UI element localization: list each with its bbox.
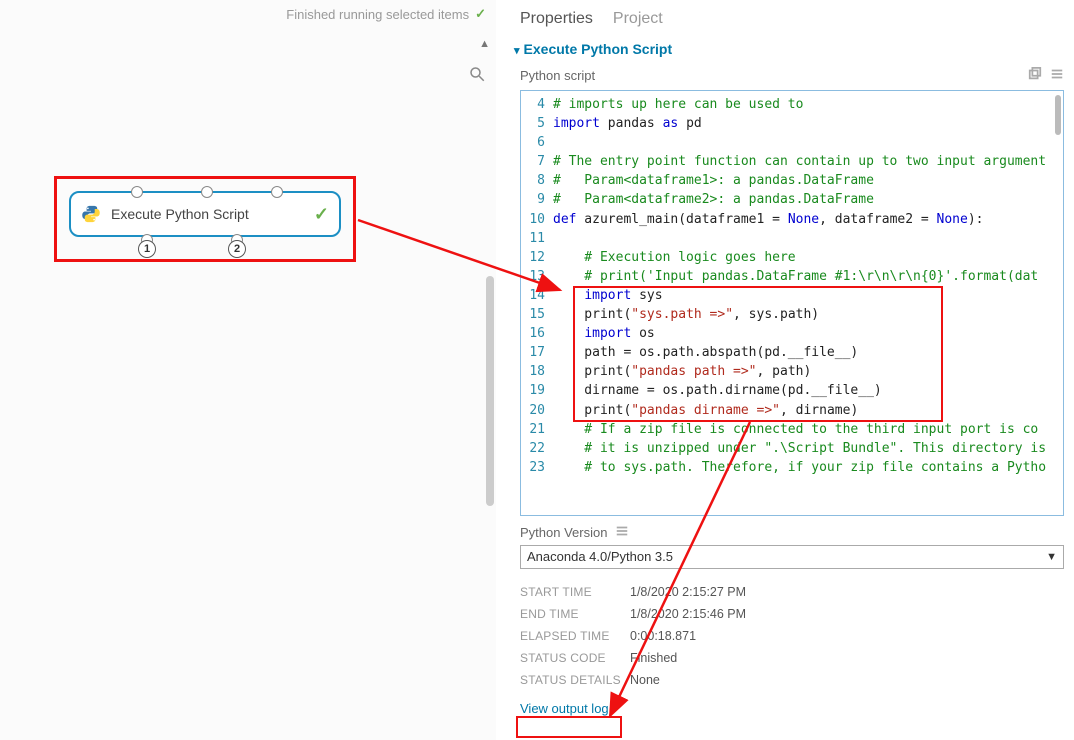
canvas-pane[interactable]: Finished running selected items ✓ ▲ Exec… (0, 0, 496, 740)
execute-python-script-node[interactable]: Execute Python Script ✓ 1 2 (69, 191, 341, 237)
panel-tabs: Properties Project (512, 0, 1072, 31)
code-content[interactable]: # imports up here can be used toimport p… (553, 95, 1059, 477)
python-script-editor[interactable]: 4567891011121314151617181920212223 # imp… (520, 90, 1064, 516)
annotation-node-highlight: Execute Python Script ✓ 1 2 (54, 176, 356, 262)
tab-properties[interactable]: Properties (520, 10, 593, 29)
meta-status-details-key: STATUS DETAILS (520, 673, 630, 687)
meta-status-code-val: Finished (630, 651, 677, 665)
run-status: Finished running selected items ✓ (286, 6, 486, 22)
input-port-3[interactable] (271, 186, 283, 198)
search-icon[interactable] (468, 65, 486, 86)
run-status-text: Finished running selected items (286, 7, 469, 22)
tab-project[interactable]: Project (613, 10, 663, 29)
code-scrollbar[interactable] (1055, 95, 1061, 135)
python-script-label: Python script (520, 68, 595, 83)
hamburger-icon[interactable] (615, 524, 629, 541)
input-port-1[interactable] (131, 186, 143, 198)
chevron-down-icon: ▼ (1046, 546, 1057, 568)
meta-elapsed-val: 0:00:18.871 (630, 629, 696, 643)
run-metadata: START TIME1/8/2020 2:15:27 PM END TIME1/… (512, 575, 1072, 691)
python-icon (81, 204, 101, 224)
properties-panel: Properties Project ▾ Execute Python Scrip… (512, 0, 1072, 740)
python-version-label: Python Version (520, 525, 607, 540)
check-icon: ✓ (475, 6, 486, 22)
meta-start-time-key: START TIME (520, 585, 630, 599)
input-port-2[interactable] (201, 186, 213, 198)
hamburger-icon[interactable] (1050, 67, 1064, 84)
annotation-log-highlight (516, 716, 622, 738)
python-version-select[interactable]: Anaconda 4.0/Python 3.5 ▼ (520, 545, 1064, 569)
code-gutter: 4567891011121314151617181920212223 (521, 91, 549, 515)
chevron-down-icon: ▾ (514, 45, 520, 57)
check-icon: ✓ (314, 204, 329, 225)
meta-end-time-key: END TIME (520, 607, 630, 621)
python-version-value: Anaconda 4.0/Python 3.5 (527, 546, 673, 568)
output-port-2-label: 2 (228, 240, 246, 258)
section-title: Execute Python Script (524, 41, 673, 57)
meta-elapsed-key: ELAPSED TIME (520, 629, 630, 643)
meta-status-details-val: None (630, 673, 660, 687)
popout-icon[interactable] (1028, 67, 1042, 84)
output-port-1-label: 1 (138, 240, 156, 258)
meta-end-time-val: 1/8/2020 2:15:46 PM (630, 607, 746, 621)
collapse-caret-icon[interactable]: ▲ (479, 38, 490, 50)
meta-status-code-key: STATUS CODE (520, 651, 630, 665)
meta-start-time-val: 1/8/2020 2:15:27 PM (630, 585, 746, 599)
node-title: Execute Python Script (111, 206, 304, 222)
view-output-log-link[interactable]: View output log (520, 701, 609, 716)
section-header[interactable]: ▾ Execute Python Script (512, 31, 1072, 63)
canvas-scrollbar[interactable] (486, 276, 494, 506)
